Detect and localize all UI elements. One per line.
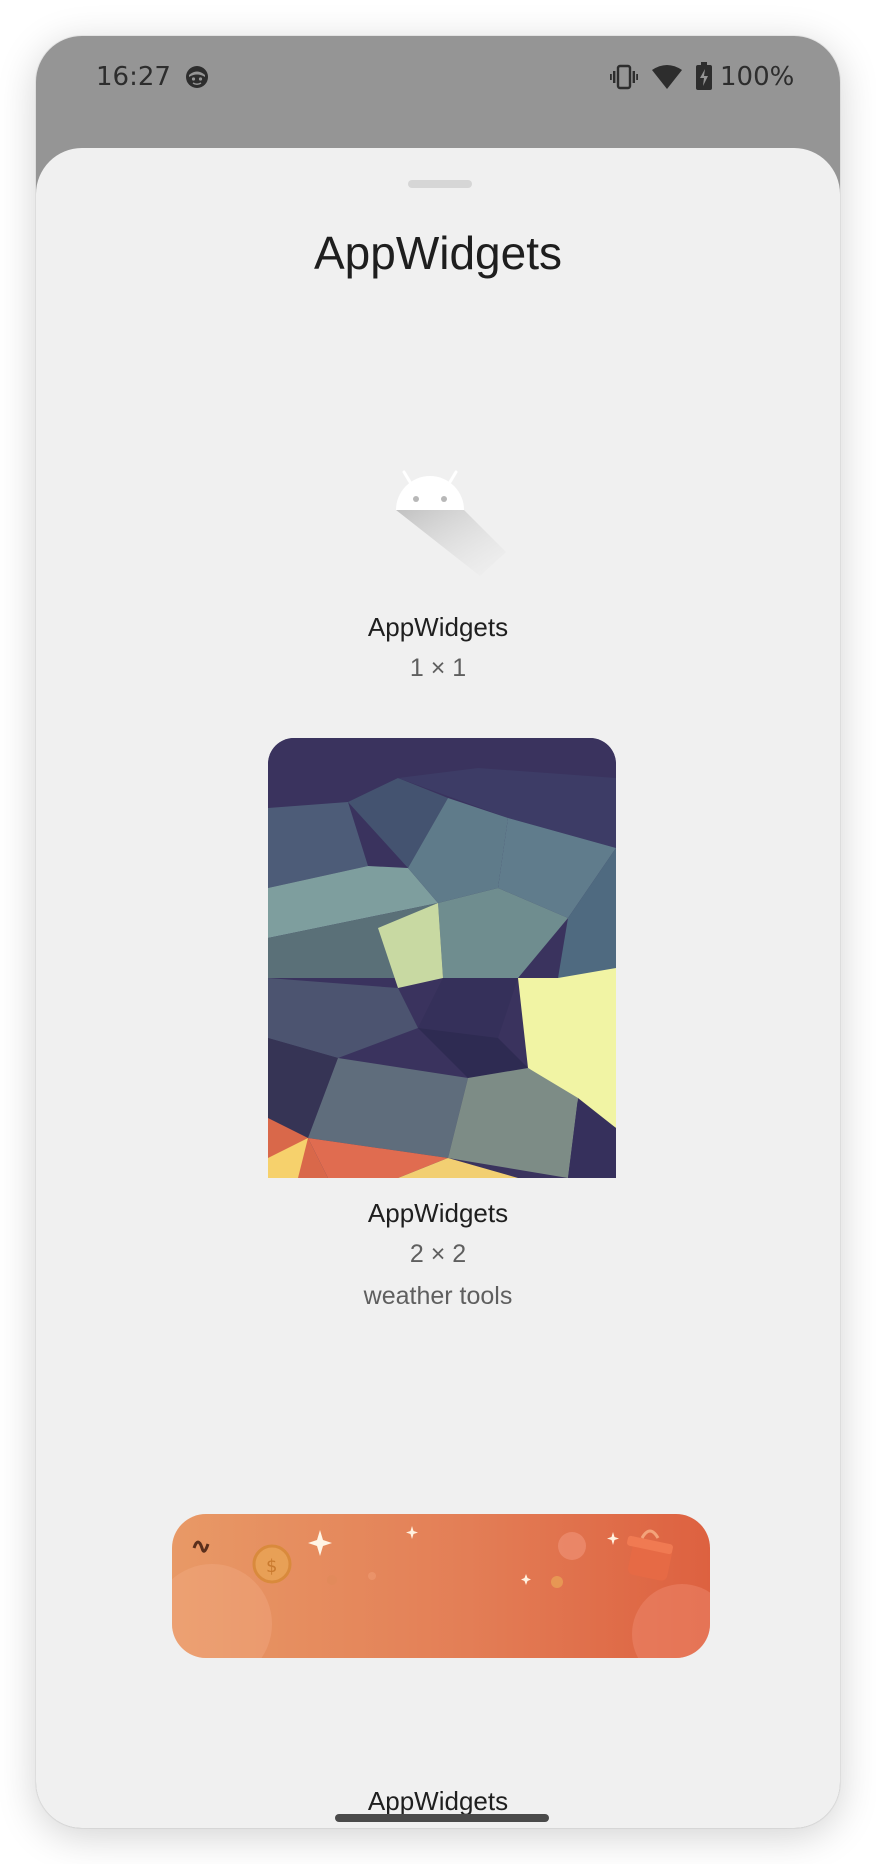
vibrate-icon — [610, 64, 638, 90]
battery-charging-icon — [696, 62, 712, 90]
device-frame: 16:27 100% AppWidgets AppWidgets 1 × 1 A… — [36, 36, 840, 1828]
sheet-drag-handle[interactable] — [408, 180, 472, 188]
status-time: 16:27 — [96, 62, 171, 92]
orange-rewards-banner-image: $ — [172, 1526, 710, 1658]
widget-picker-sheet: AppWidgets AppWidgets 1 × 1 AppWidgets 2… — [36, 148, 840, 1828]
polygon-wallpaper-image — [268, 738, 616, 1178]
wifi-icon — [652, 65, 682, 89]
sheet-title: AppWidgets — [313, 227, 562, 279]
polygon-wallpaper-preview[interactable] — [268, 738, 616, 1178]
next-widget-label: AppWidgets — [367, 1786, 509, 1816]
orange-rewards-banner[interactable]: $ — [172, 1514, 710, 1658]
widget-2-label: AppWidgets — [367, 1198, 509, 1228]
status-bar: 16:27 100% — [36, 36, 840, 148]
svg-text:$: $ — [266, 1556, 277, 1577]
widget-2-size: 2 × 2 — [409, 1240, 467, 1268]
widget-1-label: AppWidgets — [367, 612, 509, 642]
battery-percent: 100% — [720, 62, 795, 92]
widget-1-size: 1 × 1 — [409, 654, 467, 682]
widget-2-description: weather tools — [363, 1282, 513, 1310]
gesture-nav-handle[interactable] — [335, 1814, 549, 1822]
android-robot-icon[interactable] — [394, 466, 514, 576]
face-notification-icon — [186, 66, 208, 88]
